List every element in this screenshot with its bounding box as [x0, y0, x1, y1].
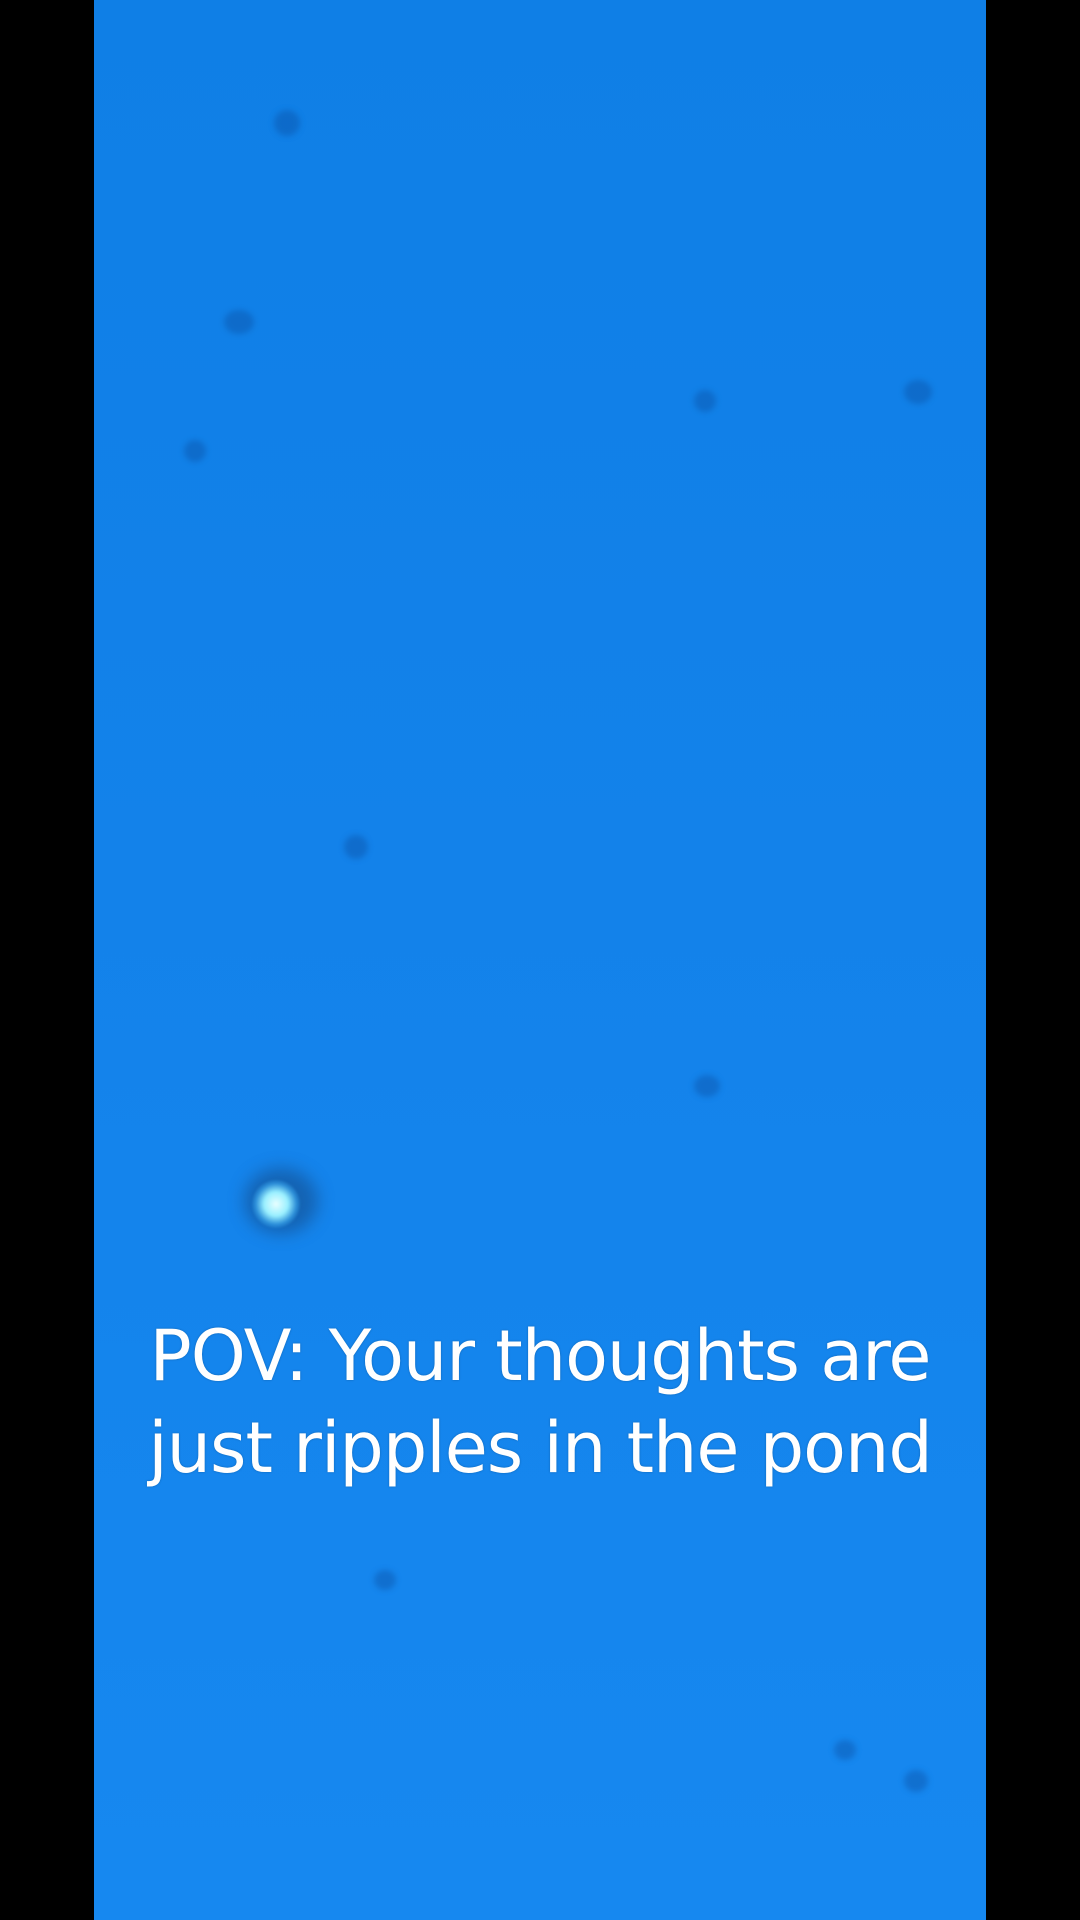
caption-line-1: POV: Your thoughts are [149, 1315, 932, 1397]
video-frame: POV: Your thoughts are just ripples in t… [0, 0, 1080, 1920]
video-caption: POV: Your thoughts are just ripples in t… [0, 1310, 1080, 1494]
water-speck [694, 1075, 720, 1097]
water-speck [184, 440, 206, 462]
water-speck [904, 1770, 928, 1792]
water-speck [344, 835, 368, 859]
water-speck [224, 310, 254, 334]
pond-water-image [94, 0, 986, 1920]
light-glint [252, 1180, 300, 1228]
water-speck [834, 1740, 856, 1760]
water-speck [274, 110, 300, 136]
water-speck [374, 1570, 396, 1590]
water-speck [694, 390, 716, 412]
water-speck [904, 380, 932, 404]
caption-line-2: just ripples in the pond [148, 1407, 933, 1489]
